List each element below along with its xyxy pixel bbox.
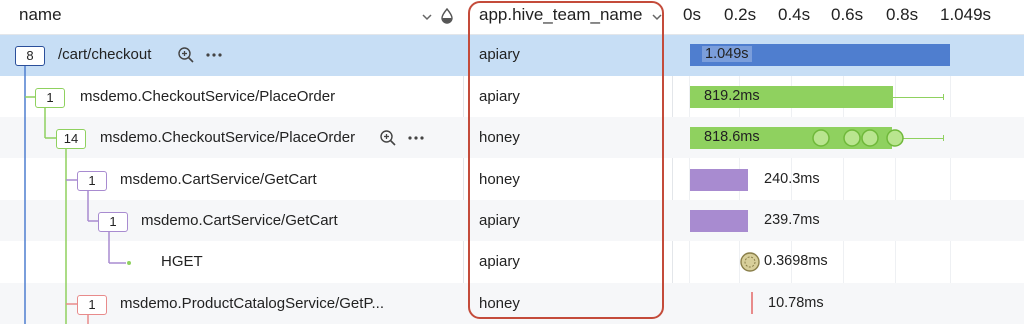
span-count-badge[interactable]: 1 [77, 171, 107, 191]
duration-label: 240.3ms [764, 171, 820, 187]
chevron-down-icon[interactable] [648, 8, 666, 26]
span-event-markers[interactable] [810, 127, 910, 149]
duration-label: 819.2ms [704, 88, 760, 104]
team-value: apiary [479, 46, 520, 63]
span-name[interactable]: HGET [161, 253, 203, 270]
team-value: honey [479, 295, 520, 312]
zoom-in-icon[interactable] [177, 46, 195, 64]
span-bar-tail [892, 97, 944, 98]
tick-label: 0.2s [724, 5, 757, 24]
duration-label: 818.6ms [704, 129, 760, 145]
zoom-in-icon[interactable] [379, 129, 397, 147]
span-name[interactable]: msdemo.CheckoutService/PlaceOrder [100, 129, 355, 146]
span-name[interactable]: msdemo.CartService/GetCart [120, 171, 317, 188]
tick-label: 0.4s [778, 5, 811, 24]
span-bar[interactable] [690, 169, 748, 191]
span-bar-tail-end [943, 135, 944, 141]
span-bar[interactable] [751, 292, 753, 314]
span-count-badge[interactable]: 1 [77, 295, 107, 315]
tick-label: 0s [683, 5, 701, 24]
span-bar-tail-start [892, 86, 893, 108]
span-bar[interactable] [690, 210, 748, 232]
team-value: apiary [479, 253, 520, 270]
span-point-marker[interactable] [739, 251, 761, 273]
span-name[interactable]: msdemo.CheckoutService/PlaceOrder [80, 88, 335, 105]
span-count-badge[interactable]: 1 [35, 88, 65, 108]
span-name[interactable]: /cart/checkout [58, 46, 151, 63]
span-count-badge[interactable]: 8 [15, 46, 45, 66]
span-name[interactable]: msdemo.CartService/GetCart [141, 212, 338, 229]
duration-label: 0.3698ms [764, 253, 828, 269]
duration-label: 10.78ms [768, 295, 824, 311]
duration-label: 239.7ms [764, 212, 820, 228]
more-options-icon[interactable] [407, 129, 425, 147]
team-value: honey [479, 171, 520, 188]
duration-label: 1.049s [702, 46, 752, 62]
team-value: honey [479, 129, 520, 146]
more-options-icon[interactable] [205, 46, 223, 64]
span-name[interactable]: msdemo.ProductCatalogService/GetP... [120, 295, 384, 312]
team-column-header[interactable]: app.hive_team_name [479, 0, 643, 34]
tick-label: 0.8s [886, 5, 919, 24]
tick-label: 0.6s [831, 5, 864, 24]
tick-label: 1.049s [940, 5, 992, 24]
team-value: apiary [479, 212, 520, 229]
team-value: apiary [479, 88, 520, 105]
span-bar-tail-end [943, 94, 944, 100]
span-count-badge[interactable]: 1 [98, 212, 128, 232]
span-count-badge[interactable]: 14 [56, 129, 86, 149]
